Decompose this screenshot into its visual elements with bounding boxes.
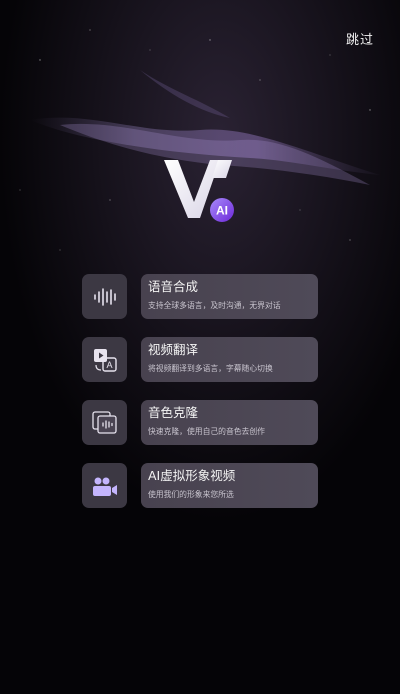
feature-icon-box (82, 274, 127, 319)
voice-clone-icon (91, 410, 117, 434)
feature-icon-box: A (82, 337, 127, 382)
feature-card: 音色克隆 快速克隆，使用自己的音色去创作 (141, 400, 318, 445)
ai-avatar-icon (92, 477, 117, 496)
feature-card: 语音合成 支持全球多语言，及时沟通，无界对话 (141, 274, 318, 319)
feature-title: 视频翻译 (148, 342, 199, 357)
svg-text:A: A (106, 360, 112, 370)
feature-icon-box (82, 400, 127, 445)
feature-title: AI虚拟形象视频 (148, 468, 236, 483)
waveform-icon (93, 287, 116, 306)
video-translate-icon: A (93, 348, 117, 372)
feature-video-translation[interactable]: A 视频翻译 将视频翻译到多语言，字幕随心切换 (82, 337, 318, 382)
feature-voice-clone[interactable]: 音色克隆 快速克隆，使用自己的音色去创作 (82, 400, 318, 445)
skip-button[interactable]: 跳过 (346, 29, 374, 48)
feature-title: 音色克隆 (148, 405, 199, 420)
feature-card: 视频翻译 将视频翻译到多语言，字幕随心切换 (141, 337, 318, 382)
feature-list: 语音合成 支持全球多语言，及时沟通，无界对话 A 视频翻译 将视频翻译到多语言，… (82, 274, 318, 526)
feature-title: 语音合成 (148, 279, 199, 294)
feature-description: 使用我们的形象来您所选 (148, 490, 234, 499)
app-logo: AI (164, 160, 234, 222)
feature-card: AI虚拟形象视频 使用我们的形象来您所选 (141, 463, 318, 508)
ai-badge-text: AI (216, 204, 228, 218)
feature-speech-synthesis[interactable]: 语音合成 支持全球多语言，及时沟通，无界对话 (82, 274, 318, 319)
feature-description: 快速克隆，使用自己的音色去创作 (148, 427, 265, 436)
feature-description: 将视频翻译到多语言，字幕随心切换 (148, 364, 273, 373)
feature-ai-avatar-video[interactable]: AI虚拟形象视频 使用我们的形象来您所选 (82, 463, 318, 508)
feature-description: 支持全球多语言，及时沟通，无界对话 (148, 301, 281, 310)
feature-icon-box (82, 463, 127, 508)
